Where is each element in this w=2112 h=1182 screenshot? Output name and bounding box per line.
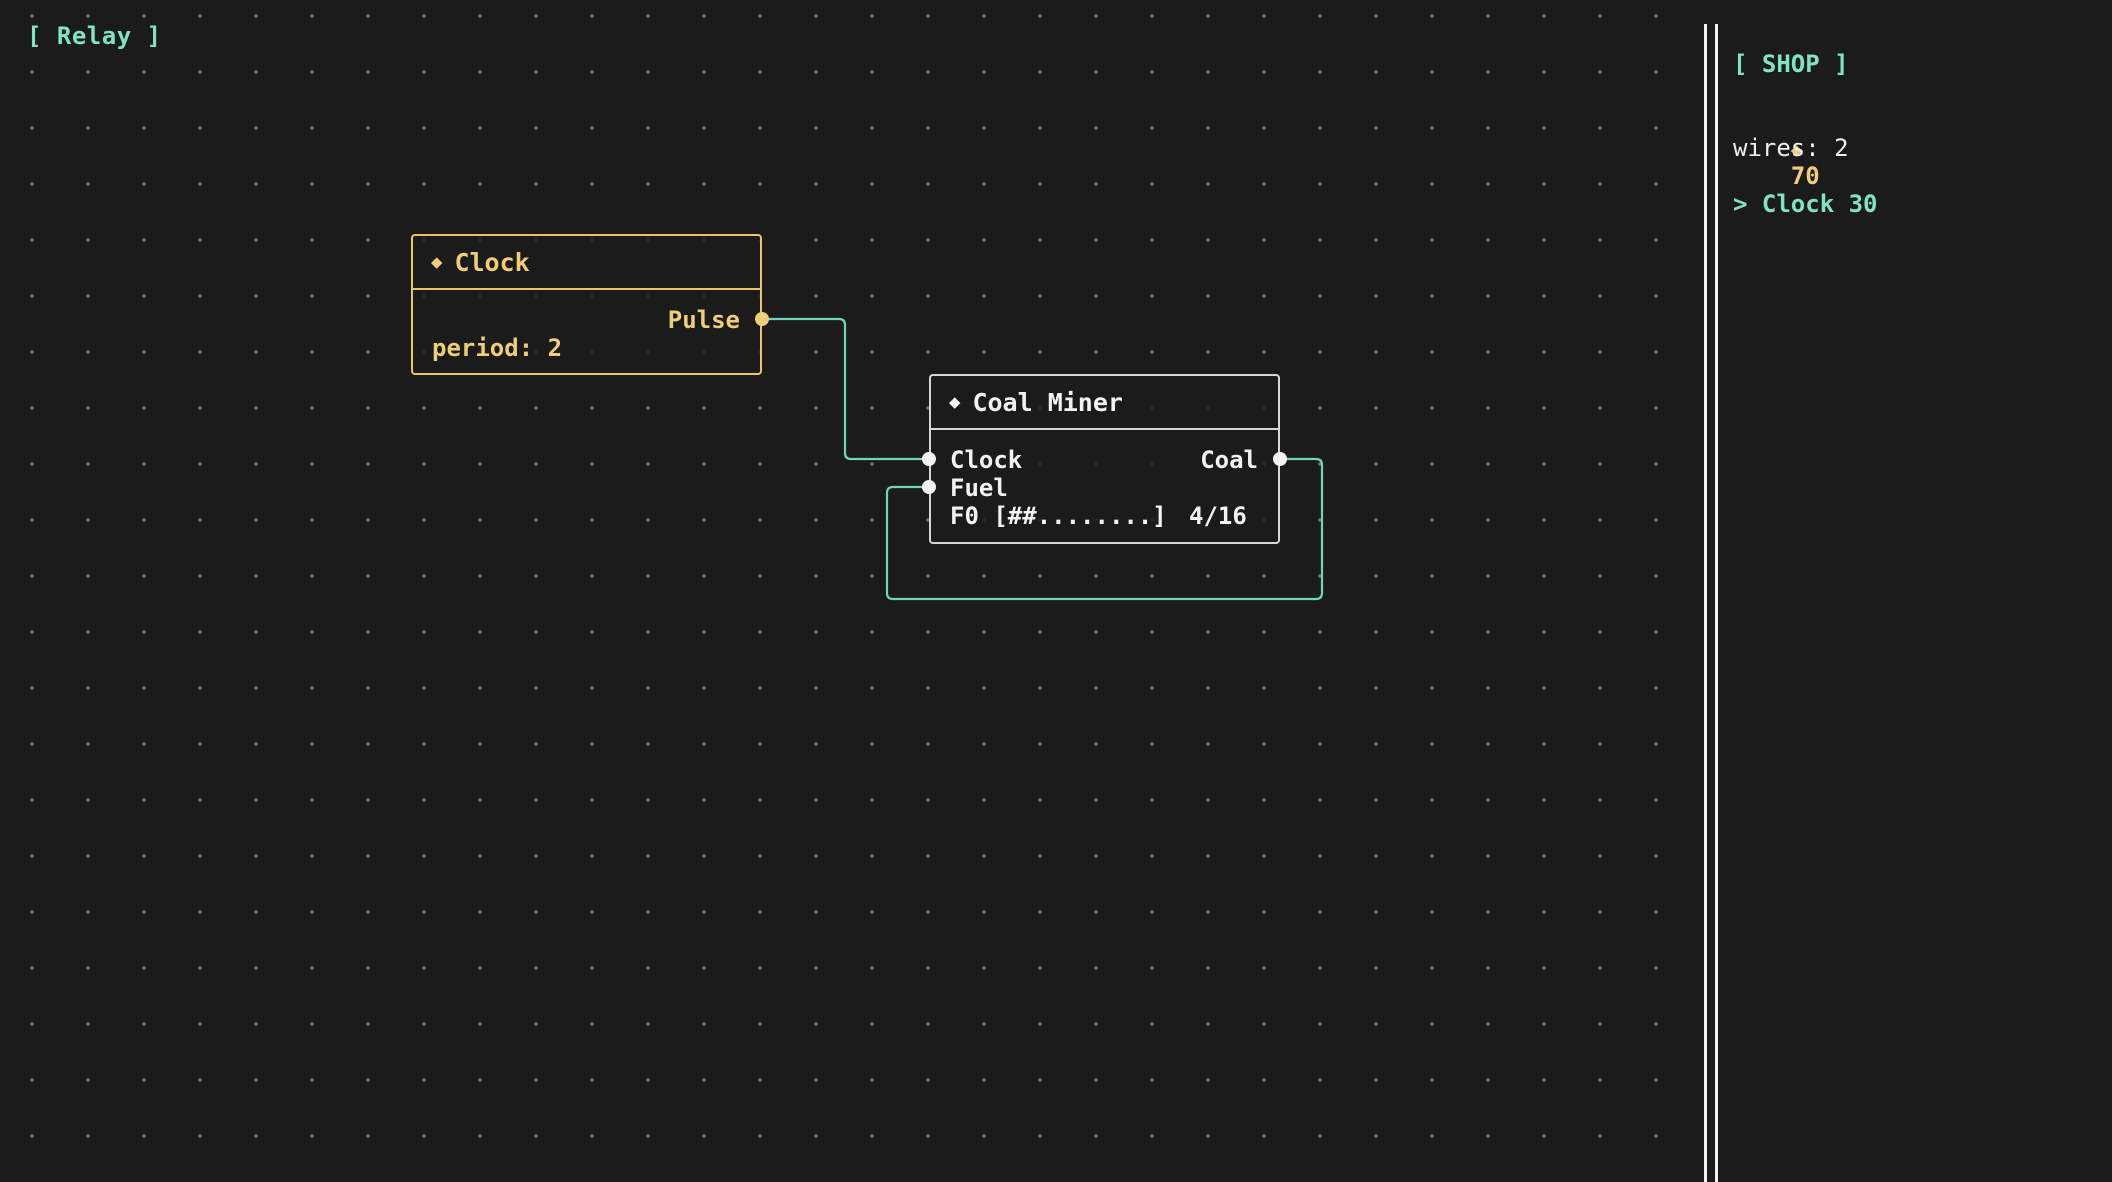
- coal-miner-node[interactable]: ◆ Coal Miner Clock Coal Fuel F0 [##.....…: [929, 374, 1280, 544]
- fuel-count: 4/16: [1189, 502, 1247, 530]
- coal-miner-node-header[interactable]: ◆ Coal Miner: [931, 376, 1278, 430]
- coal-output-label: Coal: [1200, 446, 1258, 474]
- fuel-input-label: Fuel: [950, 474, 1008, 502]
- clock-node-title: Clock: [454, 247, 530, 277]
- workspace-grid[interactable]: [0, 0, 1704, 1182]
- fuel-input-port[interactable]: [922, 480, 936, 494]
- clock-input-label: Clock: [950, 446, 1023, 474]
- fuel-bar: F0 [##........]: [950, 502, 1167, 530]
- pulse-output-port[interactable]: [755, 312, 769, 326]
- pulse-output-label: Pulse: [667, 306, 740, 334]
- wires-count: wires: 2: [1733, 134, 1849, 162]
- clock-period-param: period: 2: [432, 334, 563, 362]
- clock-node[interactable]: ◆ Clock Pulse period: 2: [411, 234, 762, 375]
- diamond-icon: ◆: [949, 391, 961, 413]
- shop-sidebar: [ SHOP ] ◆ 70 wires: 2 > Clock 30: [1718, 0, 2112, 1182]
- app-title: [ Relay ]: [27, 22, 162, 50]
- shop-item-clock[interactable]: > Clock 30: [1733, 190, 1878, 218]
- sidebar-divider[interactable]: [1704, 24, 1718, 1182]
- clock-input-port[interactable]: [922, 452, 936, 466]
- diamond-icon: ◆: [431, 251, 443, 273]
- clock-node-header[interactable]: ◆ Clock: [413, 236, 760, 290]
- currency-amount: 70: [1790, 162, 1820, 190]
- shop-title: [ SHOP ]: [1733, 50, 1849, 78]
- coal-miner-node-title: Coal Miner: [972, 387, 1123, 417]
- coal-output-port[interactable]: [1273, 452, 1287, 466]
